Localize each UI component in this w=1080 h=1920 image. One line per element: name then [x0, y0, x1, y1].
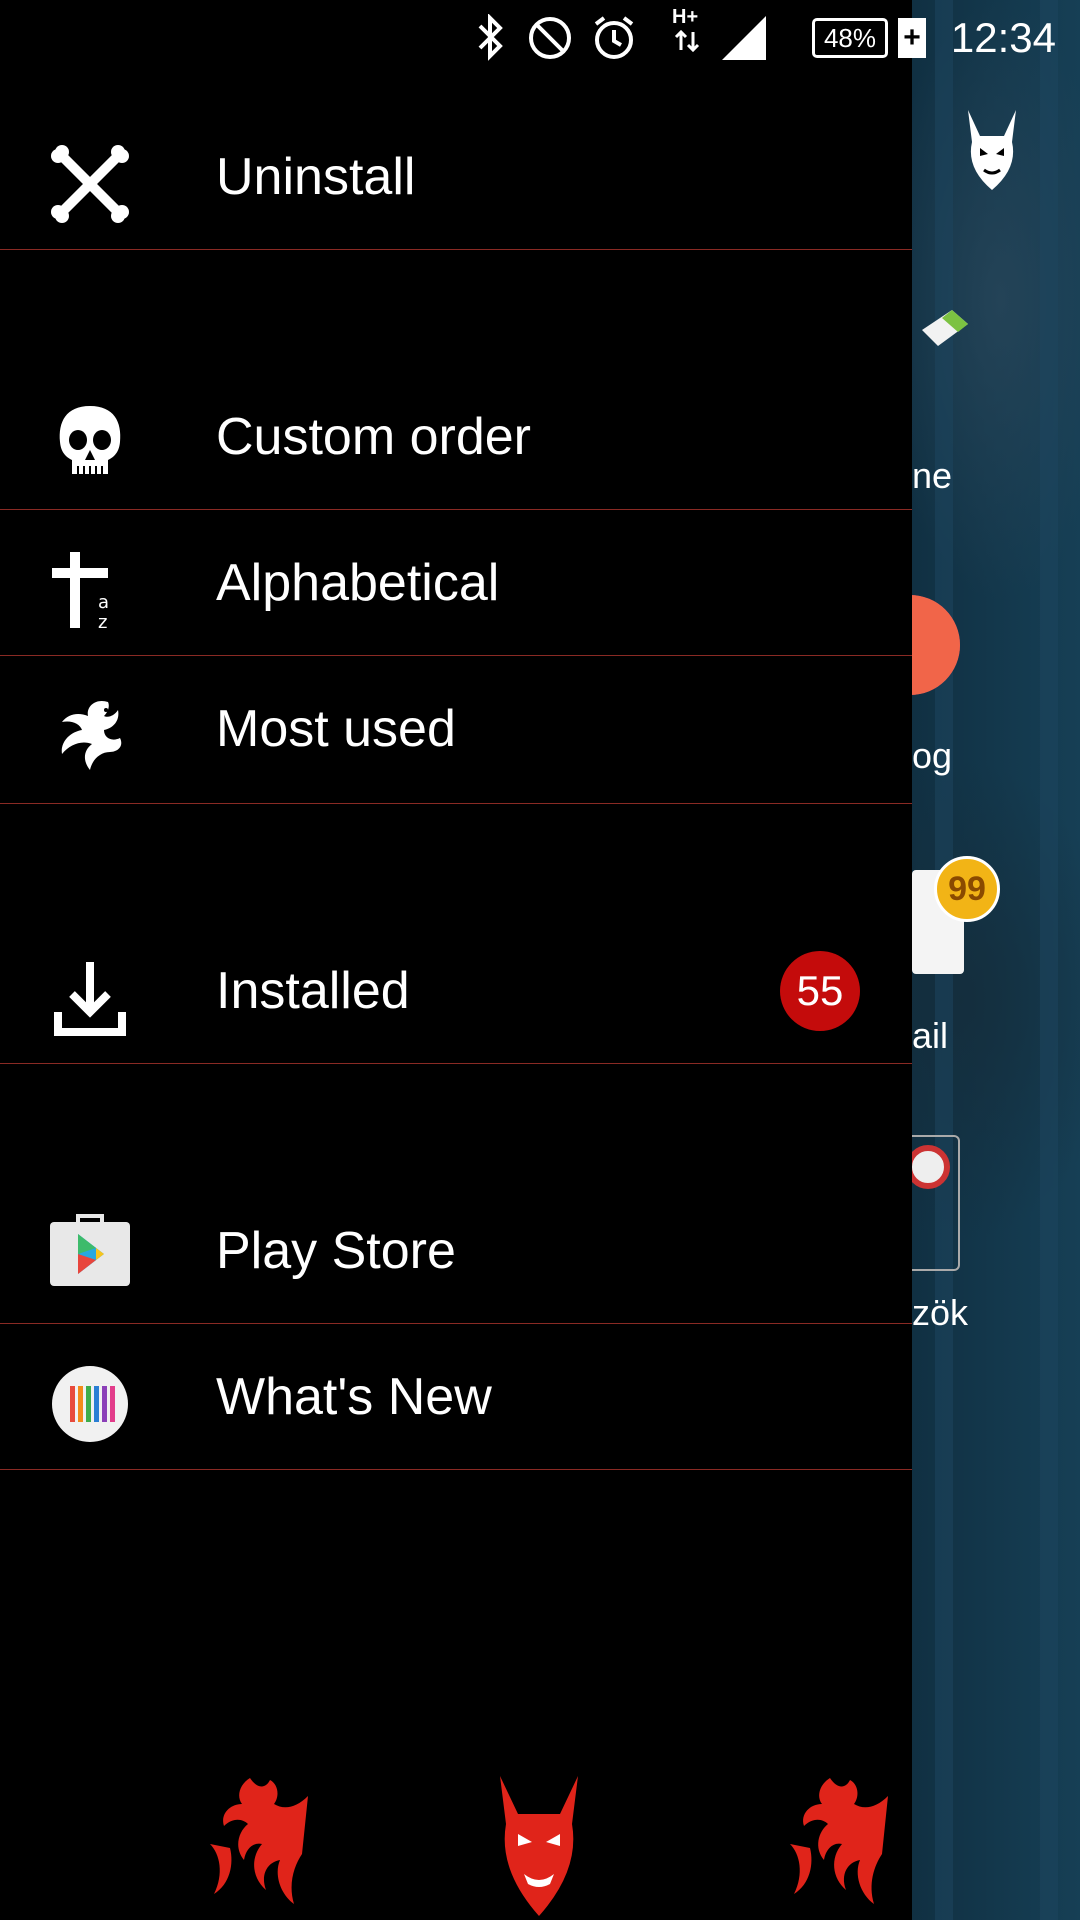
download-icon: [54, 962, 126, 1036]
signal-icon: [722, 16, 766, 60]
installed-label: Installed: [216, 962, 410, 1020]
red-dragon-icon: [210, 1778, 308, 1904]
data-arrows-icon: [674, 30, 700, 52]
red-dragon-icon: [790, 1778, 888, 1904]
bluetooth-icon: [478, 14, 503, 61]
do-not-disturb-icon: [529, 17, 571, 59]
whats-new-item[interactable]: What's New: [0, 1324, 912, 1470]
play-store-item[interactable]: Play Store: [0, 1178, 912, 1324]
app-label: zök: [912, 1292, 969, 1333]
uninstall-label: Uninstall: [216, 148, 416, 206]
red-devil-icon: [500, 1776, 578, 1916]
devil-head-icon[interactable]: [960, 108, 1024, 192]
dragon-icon: [61, 700, 122, 770]
svg-text:a: a: [98, 592, 109, 613]
clock: 12:34: [950, 14, 1056, 61]
play-store-icon: [50, 1214, 130, 1286]
whats-new-icon: [52, 1366, 128, 1442]
sort-custom-order-item[interactable]: Custom order: [0, 364, 912, 510]
installed-item[interactable]: Installed 55: [0, 918, 912, 1064]
drawer-footer-decoration: [0, 1760, 912, 1920]
status-bar: H+ 48% + 12:34: [0, 0, 1080, 78]
mail-badge: 99: [934, 856, 1000, 922]
charging-icon: +: [898, 18, 926, 58]
crossbones-icon: [51, 145, 129, 223]
app-label: og: [912, 735, 953, 776]
background-stripe: [1040, 0, 1058, 1920]
whats-new-label: What's New: [216, 1368, 492, 1426]
app-icon-green[interactable]: [912, 300, 972, 360]
tools-app-icon[interactable]: [906, 1135, 960, 1271]
app-label: ail: [912, 1015, 949, 1056]
battery-indicator: 48%: [812, 18, 888, 58]
most-used-label: Most used: [216, 700, 456, 758]
play-store-label: Play Store: [216, 1222, 456, 1280]
uninstall-item[interactable]: Uninstall: [0, 104, 912, 250]
skull-icon: [59, 406, 121, 474]
sort-most-used-item[interactable]: Most used: [0, 656, 912, 804]
svg-text:z: z: [98, 612, 107, 632]
alarm-icon: [594, 16, 634, 59]
alphabetical-label: Alphabetical: [216, 554, 500, 612]
app-label: ne: [912, 455, 953, 496]
sort-alphabetical-item[interactable]: a z Alphabetical: [0, 510, 912, 656]
custom-order-label: Custom order: [216, 408, 531, 466]
network-type: H+: [672, 6, 699, 28]
cross-az-icon: a z: [52, 552, 109, 632]
navigation-drawer: Uninstall Custom order a z Alphabetical …: [0, 0, 912, 1920]
installed-count-badge: 55: [780, 951, 860, 1031]
